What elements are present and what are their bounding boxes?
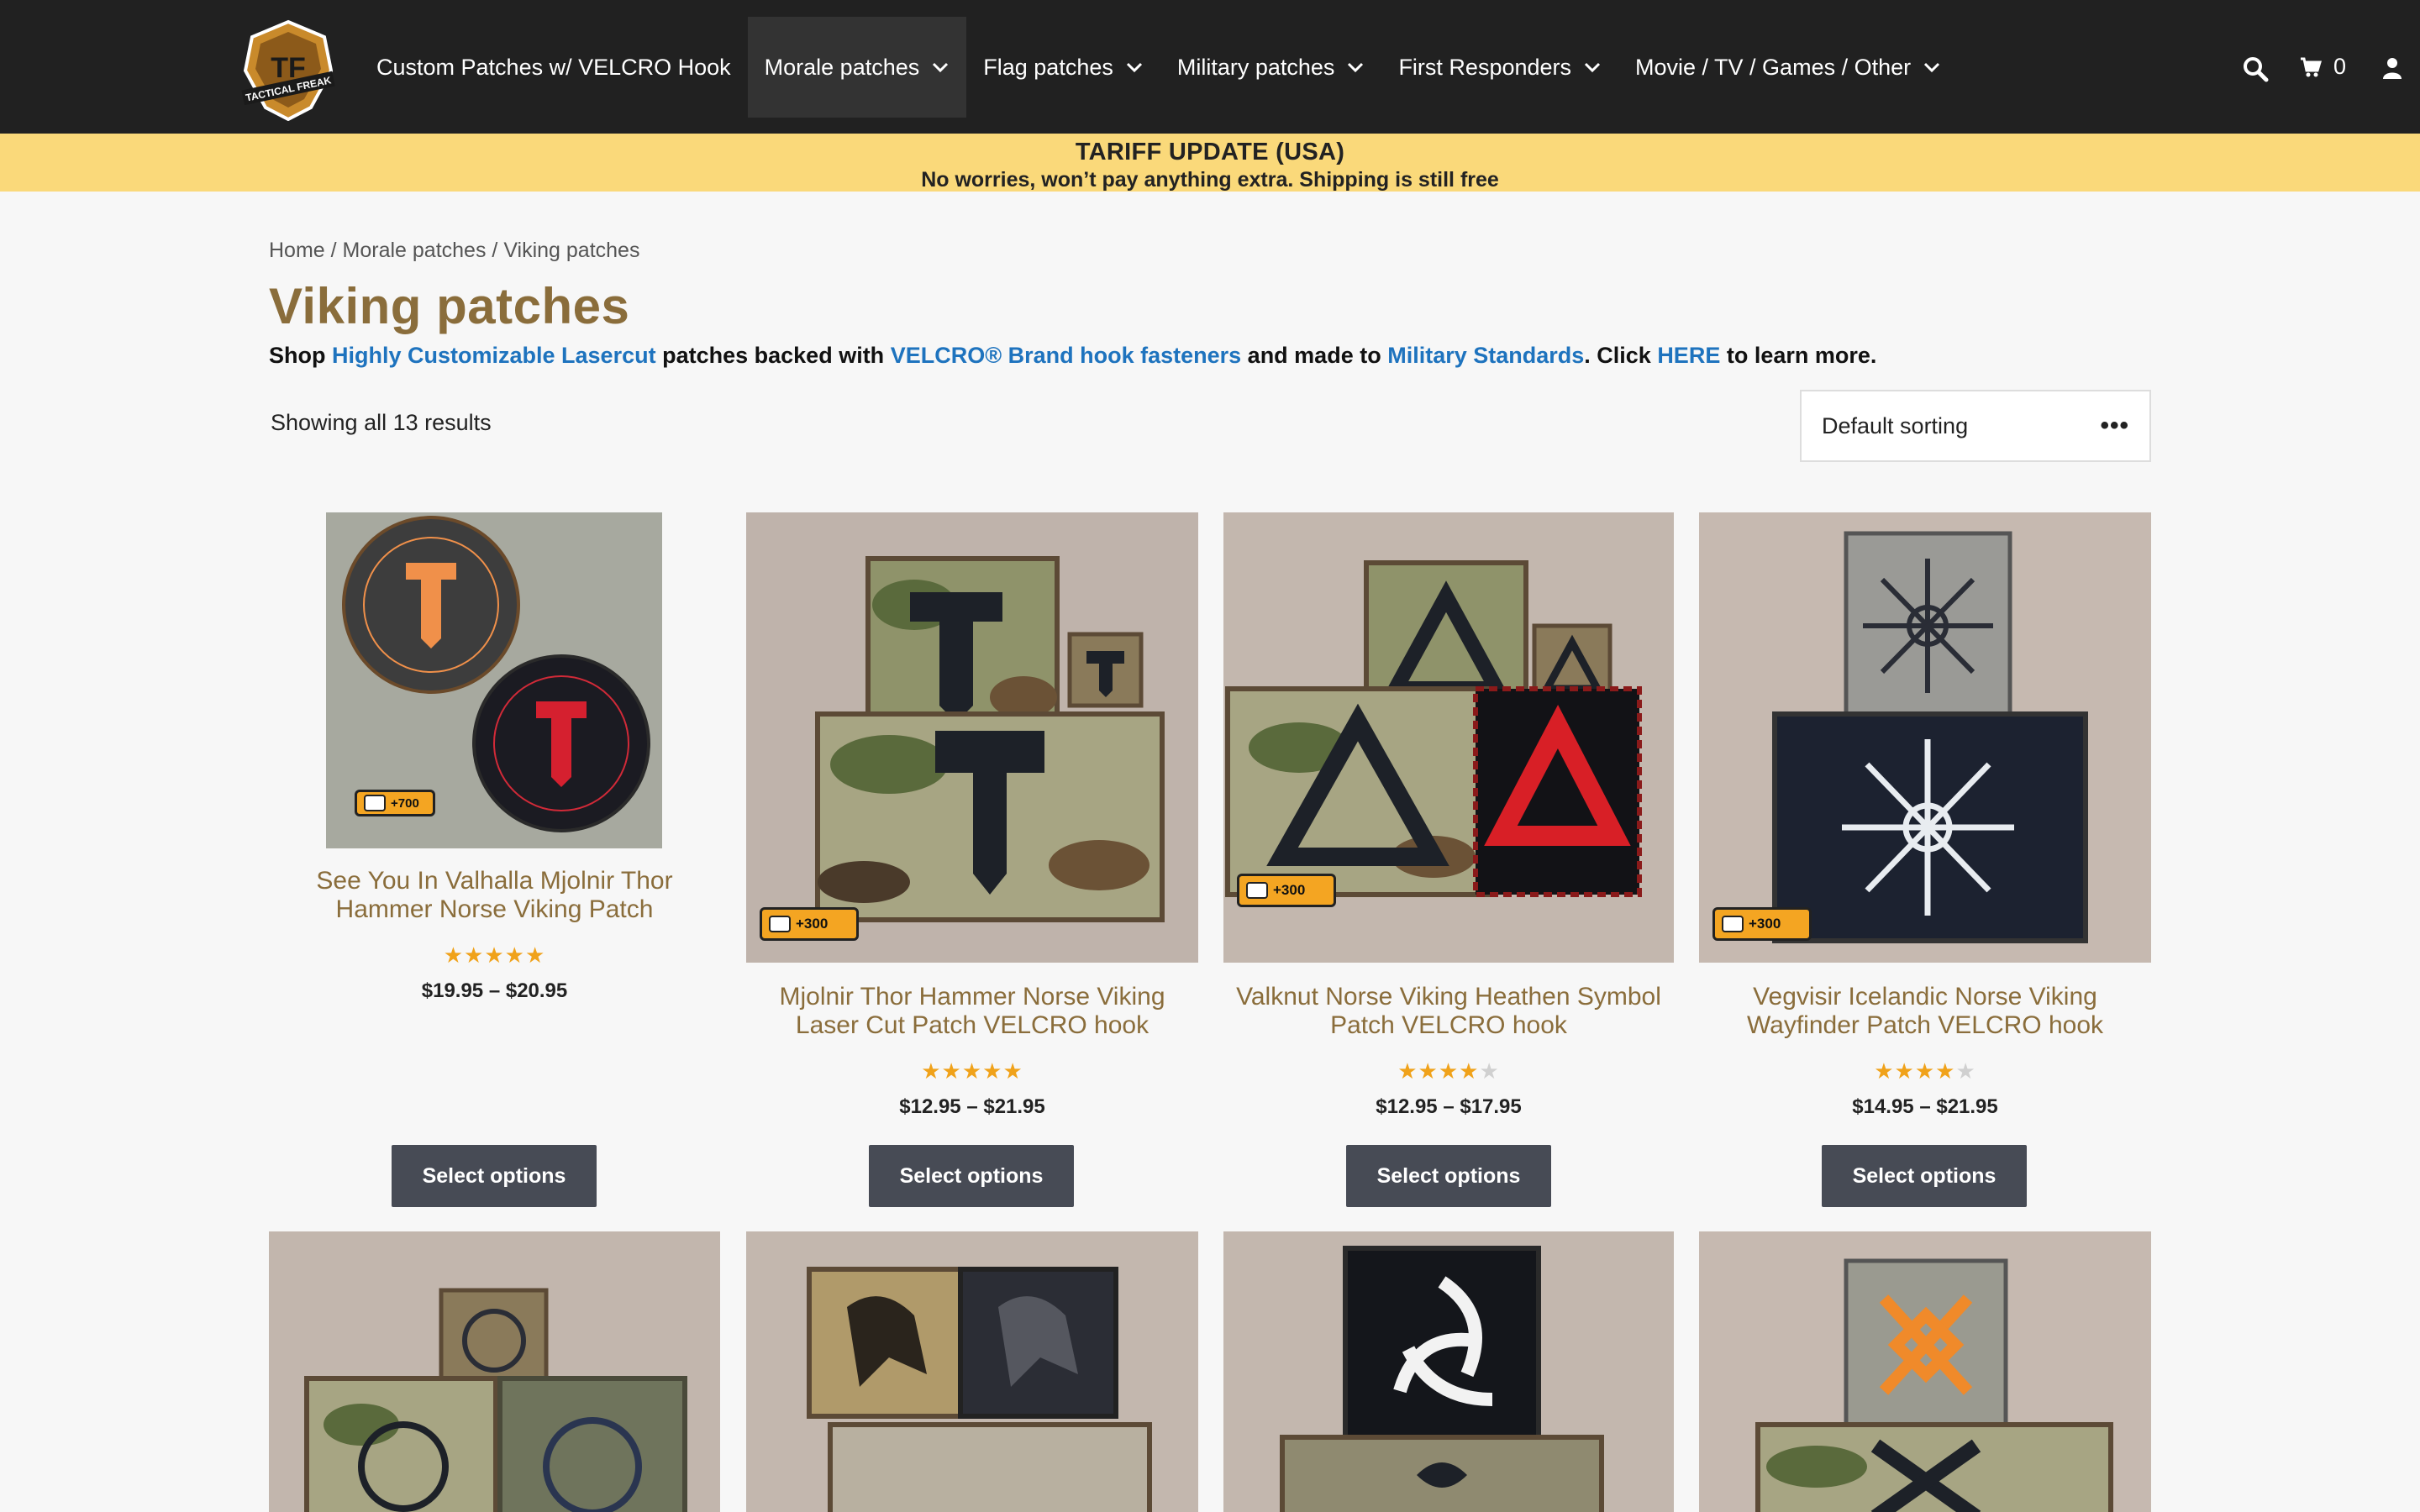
product-card: +300 Mjolnir Thor Hammer Norse Viking Las… [746,512,1198,1210]
main-nav: Custom Patches w/ VELCRO Hook Morale pat… [360,17,1958,118]
breadcrumb: Home / Morale patches / Viking patches [269,239,640,262]
product-image[interactable]: +300 [1699,512,2151,963]
color-options-badge: +300 [1237,874,1336,907]
star-rating: ★★★★★ [921,1058,1023,1084]
product-price: $19.95 – $20.95 [421,979,568,1002]
product-image[interactable]: +300 [746,512,1198,963]
nav-movie-tv-games-other[interactable]: Movie / TV / Games / Other [1618,17,1958,118]
product-image[interactable] [746,1231,1198,1512]
product-price: $12.95 – $17.95 [1376,1095,1522,1118]
pointing-hand-icon [364,795,386,811]
product-card: +300 Valknut Norse Viking Heathen Symbol… [1223,512,1674,1210]
star-rating: ★★★★★ [443,942,546,968]
link-lasercut[interactable]: Highly Customizable Lasercut [332,343,656,368]
sorting-label: Default sorting [1822,412,1969,438]
breadcrumb-morale-patches[interactable]: Morale patches [343,239,487,262]
select-options-button[interactable]: Select options [1346,1145,1551,1207]
product-price: $14.95 – $21.95 [1852,1095,1998,1118]
vegvisir-patches-image [1699,512,2151,963]
tariff-banner: TARIFF UPDATE (USA) No worries, won’t pa… [0,134,2420,192]
nav-first-responders[interactable]: First Responders [1381,17,1618,118]
color-options-badge: +300 [760,907,859,941]
raven-patches-image [746,1231,1198,1512]
nav-military-patches[interactable]: Military patches [1160,17,1382,118]
banner-subtitle: No worries, won’t pay anything extra. Sh… [921,168,1499,192]
nav-morale-patches[interactable]: Morale patches [747,17,967,118]
tactical-freak-logo[interactable]: TF TACTICAL FREAK [237,18,339,121]
breadcrumb-home[interactable]: Home [269,239,325,262]
breadcrumb-current: Viking patches [503,239,640,262]
result-count: Showing all 13 results [271,410,492,435]
cart-count: 0 [2333,54,2347,79]
cart-button[interactable]: 0 [2300,54,2346,80]
product-image[interactable]: +700 [326,512,662,848]
link-military-standards[interactable]: Military Standards [1387,343,1584,368]
product-image[interactable] [1223,1231,1674,1512]
color-options-badge: +300 [1712,907,1812,941]
product-image[interactable] [269,1231,720,1512]
product-card: +300 Vegvisir Icelandic Norse Viking Wayf… [1699,512,2151,1210]
pointing-hand-icon [1246,882,1268,899]
color-options-badge: +700 [355,790,435,816]
link-here[interactable]: HERE [1657,343,1720,368]
product-title[interactable]: Vegvisir Icelandic Norse Viking Wayfinder… [1699,983,2151,1040]
select-options-button[interactable]: Select options [869,1145,1074,1207]
chevron-down-icon [1584,62,1601,73]
nav-custom-patches[interactable]: Custom Patches w/ VELCRO Hook [360,17,748,118]
product-title[interactable]: Mjolnir Thor Hammer Norse Viking Laser Cu… [746,983,1198,1040]
user-account-icon[interactable] [2381,55,2403,81]
site-header: TF TACTICAL FREAK Custom Patches w/ VELC… [0,0,2420,134]
product-title[interactable]: Valknut Norse Viking Heathen Symbol Patch… [1223,983,1674,1040]
pointing-hand-icon [1722,916,1744,932]
category-intro: Shop Highly Customizable Lasercut patche… [269,343,1877,368]
select-options-button[interactable]: Select options [1822,1145,2027,1207]
chevron-down-icon [1348,62,1364,73]
banner-title: TARIFF UPDATE (USA) [1075,139,1345,165]
product-title[interactable]: See You In Valhalla Mjolnir Thor Hammer N… [269,867,720,924]
star-rating: ★★★★★ [1397,1058,1500,1084]
select-options-button[interactable]: Select options [392,1145,597,1207]
chevron-down-icon [1924,62,1940,73]
product-image[interactable] [1699,1231,2151,1512]
star-rating: ★★★★★ [1874,1058,1976,1084]
chevron-down-icon [933,62,949,73]
product-card: +700 See You In Valhalla Mjolnir Thor Ham… [269,512,720,1210]
product-price: $12.95 – $21.95 [899,1095,1045,1118]
knot-patches-image [1699,1231,2151,1512]
cart-icon [2301,57,2322,76]
page-title: Viking patches [269,278,630,334]
nav-flag-patches[interactable]: Flag patches [966,17,1160,118]
link-velcro-brand[interactable]: VELCRO® Brand hook fasteners [891,343,1241,368]
chevron-down-icon [1126,62,1142,73]
more-dots-icon: ••• [2100,412,2129,439]
vegvisir-camo-patches-image [269,1231,720,1512]
sorting-select[interactable]: Default sorting ••• [1800,390,2151,462]
mjolnir-camo-patches-image [746,512,1198,963]
triple-horn-patches-image [1223,1231,1674,1512]
pointing-hand-icon [769,916,791,932]
product-image[interactable]: +300 [1223,512,1674,963]
search-icon[interactable] [2242,55,2269,82]
